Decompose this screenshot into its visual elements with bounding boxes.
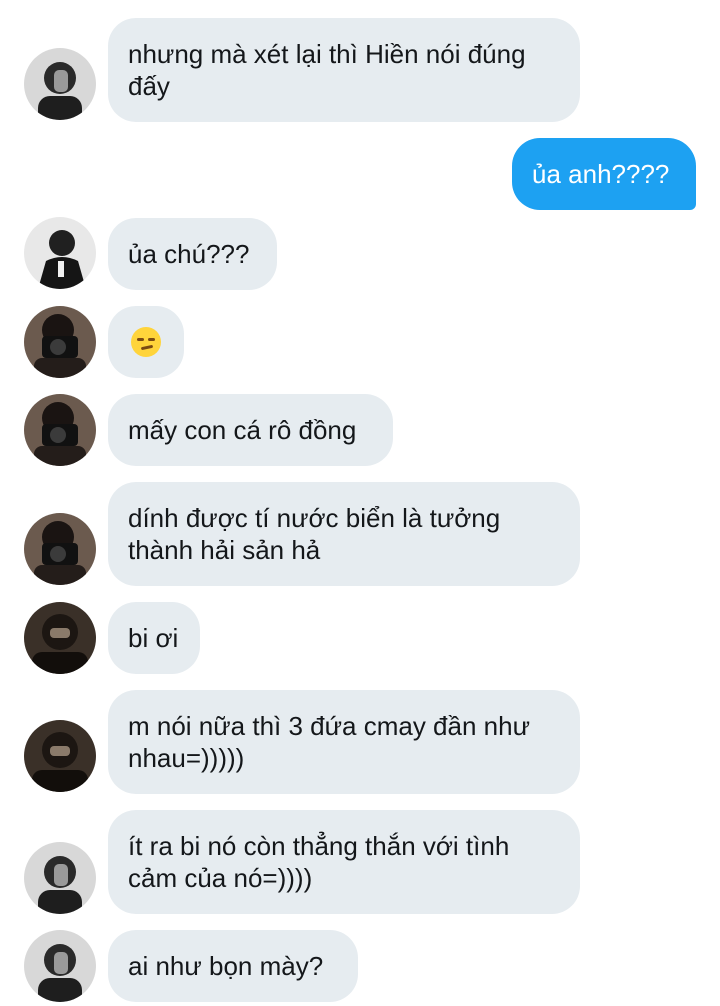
profile-photo-dark-face-icon[interactable] — [24, 602, 96, 674]
profile-photo-hand-face-icon[interactable] — [24, 930, 96, 1002]
message-bubble[interactable]: m nói nữa thì 3 đứa cmay đần như nhau=))… — [108, 690, 580, 794]
message-text: ủa anh???? — [532, 159, 670, 189]
smirking-face-icon — [131, 327, 161, 357]
message-text: bi ơi — [128, 623, 179, 653]
message-bubble[interactable]: mấy con cá rô đồng — [108, 394, 393, 466]
message-bubble[interactable] — [108, 306, 184, 378]
message-bubble[interactable]: nhưng mà xét lại thì Hiền nói đúng đấy — [108, 18, 580, 122]
message-text: dính được tí nước biển là tưởng thành hả… — [128, 503, 501, 565]
message-bubble-outgoing[interactable]: ủa anh???? — [512, 138, 696, 210]
message-bubble[interactable]: bi ơi — [108, 602, 200, 674]
profile-photo-hand-face-icon[interactable] — [24, 48, 96, 120]
profile-photo-camera-icon[interactable] — [24, 513, 96, 585]
profile-photo-suit-man-icon[interactable] — [24, 217, 96, 289]
profile-photo-camera-icon[interactable] — [24, 394, 96, 466]
profile-photo-hand-face-icon[interactable] — [24, 842, 96, 914]
profile-photo-dark-face-icon[interactable] — [24, 720, 96, 792]
message-text: ít ra bi nó còn thẳng thắn với tình cảm … — [128, 831, 510, 893]
profile-photo-camera-icon[interactable] — [24, 306, 96, 378]
message-bubble[interactable]: ít ra bi nó còn thẳng thắn với tình cảm … — [108, 810, 580, 914]
message-bubble[interactable]: ai như bọn mày? — [108, 930, 358, 1002]
message-text: ai như bọn mày? — [128, 951, 324, 981]
message-text: m nói nữa thì 3 đứa cmay đần như nhau=))… — [128, 711, 530, 773]
message-text: nhưng mà xét lại thì Hiền nói đúng đấy — [128, 39, 526, 101]
message-text: ủa chú??? — [128, 239, 250, 269]
message-text: mấy con cá rô đồng — [128, 415, 357, 445]
message-bubble[interactable]: dính được tí nước biển là tưởng thành hả… — [108, 482, 580, 586]
message-bubble[interactable]: ủa chú??? — [108, 218, 277, 290]
